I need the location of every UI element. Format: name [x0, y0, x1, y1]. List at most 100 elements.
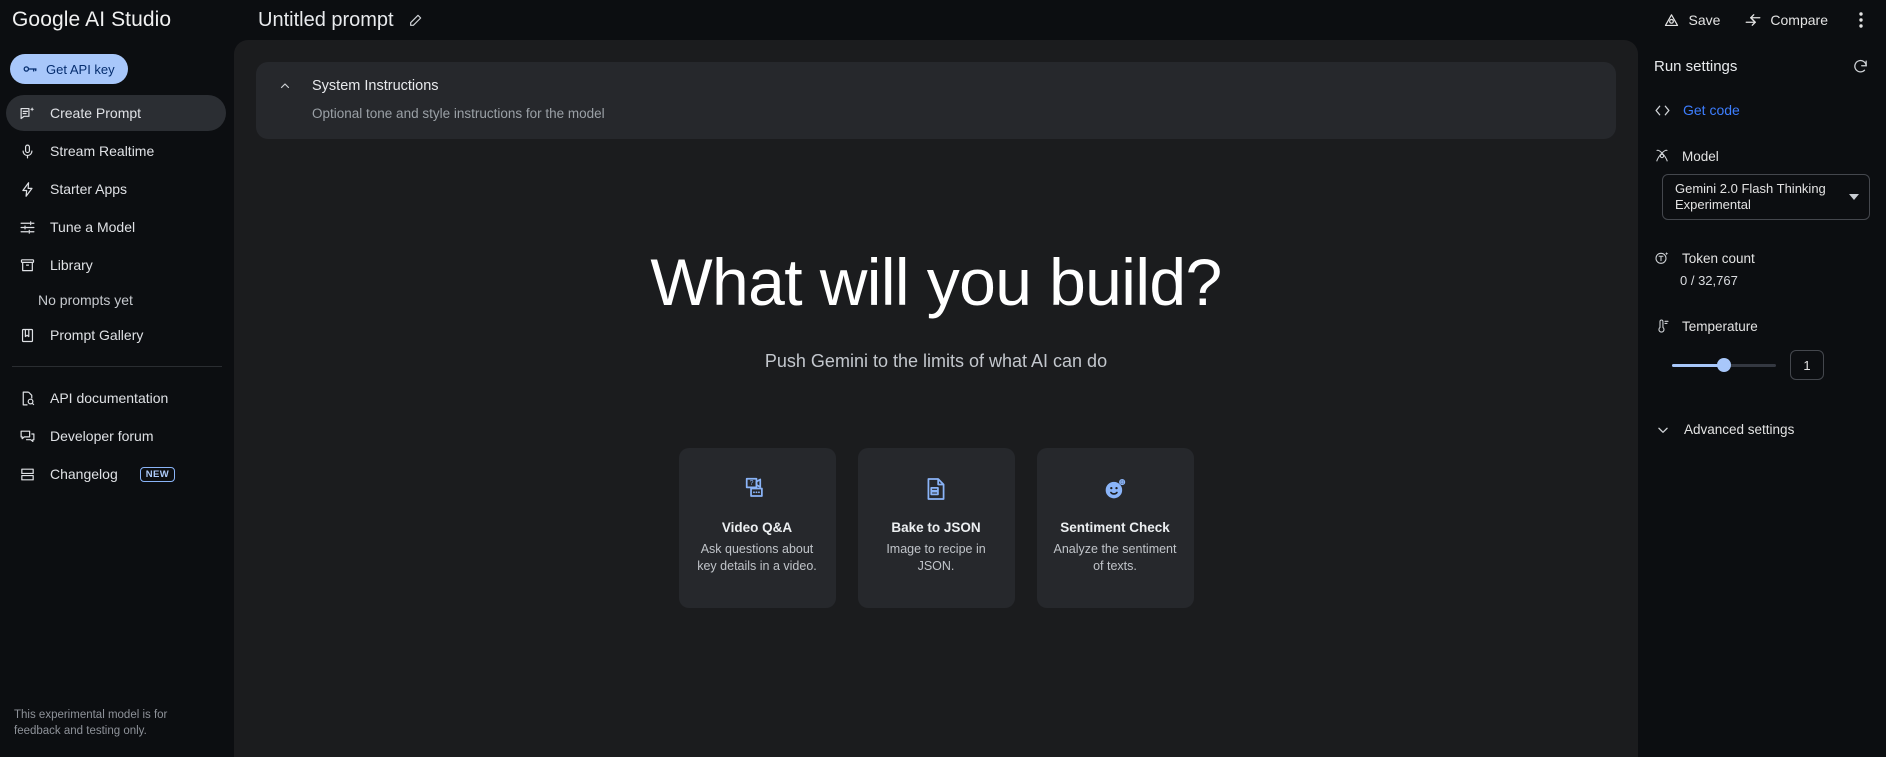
save-button[interactable]: Save	[1653, 6, 1730, 35]
save-icon	[1663, 12, 1680, 29]
sidebar-item-label: Prompt Gallery	[50, 327, 144, 343]
model-selected-value: Gemini 2.0 Flash Thinking Experimental	[1675, 181, 1826, 212]
code-brackets-icon	[1654, 103, 1671, 118]
sidebar-item-label: Starter Apps	[50, 181, 128, 197]
sidebar-item-label: Tune a Model	[50, 219, 136, 235]
starter-card-description: Image to recipe in JSON.	[886, 541, 986, 573]
sidebar-nav: Create Prompt Stream Realtime Starter Ap…	[0, 94, 234, 354]
page-subtitle: Push Gemini to the limits of what AI can…	[764, 350, 1108, 371]
sidebar-item-label: Developer forum	[50, 428, 154, 444]
smiley-plus-icon	[1102, 476, 1128, 502]
body-row: Get API key Create Prompt Stream Realtim…	[0, 40, 1886, 757]
get-code-link[interactable]: Get code	[1654, 102, 1870, 118]
archive-icon	[18, 256, 36, 274]
sidebar-item-developer-forum[interactable]: Developer forum	[6, 418, 226, 454]
system-instructions-title: System Instructions	[312, 78, 439, 94]
compare-icon	[1744, 11, 1762, 29]
status-badge: NEW	[139, 466, 176, 482]
document-search-icon	[18, 389, 36, 407]
get-code-label: Get code	[1683, 102, 1740, 118]
run-settings-panel: Run settings Get code Model Gemini 2.0 F…	[1638, 40, 1886, 757]
get-api-key-label: Get API key	[46, 61, 115, 77]
create-prompt-icon	[18, 104, 36, 122]
starter-card-title: Bake to JSON	[891, 519, 981, 535]
starter-card-sentiment-check[interactable]: Sentiment Check Analyze the sentiment of…	[1036, 447, 1194, 608]
microphone-icon	[18, 142, 36, 160]
advanced-settings-toggle[interactable]: Advanced settings	[1654, 422, 1870, 437]
top-bar-actions: Save Compare	[1653, 0, 1876, 40]
sidebar-item-tune-a-model[interactable]: Tune a Model	[6, 209, 226, 245]
sidebar-item-library[interactable]: Library	[6, 247, 226, 283]
svg-text:?: ?	[750, 480, 754, 487]
system-instructions-header: System Instructions	[278, 78, 1594, 94]
caret-down-icon	[1849, 194, 1859, 200]
tune-sliders-icon	[18, 218, 36, 236]
list-icon	[18, 465, 36, 483]
advanced-settings-label: Advanced settings	[1684, 422, 1795, 437]
token-icon	[1654, 250, 1670, 266]
app-root: Google AI Studio Untitled prompt Save Co…	[0, 0, 1886, 757]
app-brand: Google AI Studio	[12, 8, 172, 31]
model-atom-icon	[1654, 148, 1670, 164]
sidebar-item-label: API documentation	[50, 390, 169, 406]
compare-label: Compare	[1770, 12, 1828, 28]
thermometer-icon	[1654, 318, 1670, 334]
model-select[interactable]: Gemini 2.0 Flash Thinking Experimental	[1662, 174, 1870, 220]
sidebar-item-prompt-gallery[interactable]: Prompt Gallery	[6, 317, 226, 353]
save-label: Save	[1688, 12, 1721, 28]
chevron-down-icon	[1656, 423, 1670, 437]
hero-section: What will you build? Push Gemini to the …	[234, 139, 1638, 757]
top-bar: Google AI Studio Untitled prompt Save Co…	[0, 0, 1886, 40]
forum-icon	[18, 427, 36, 445]
sidebar-item-label: Changelog	[50, 466, 118, 482]
temperature-label: Temperature	[1682, 318, 1758, 334]
token-count-value: 0 / 32,767	[1680, 273, 1738, 288]
starter-card-title: Sentiment Check	[1060, 519, 1170, 535]
system-instructions-panel[interactable]: System Instructions Optional tone and st…	[256, 62, 1616, 139]
sidebar-disclaimer: This experimental model is for feedback …	[14, 709, 168, 737]
token-count-label: Token count	[1682, 250, 1755, 266]
kebab-menu-icon[interactable]	[1846, 5, 1876, 35]
starter-card-video-qa[interactable]: ? Video Q&A Ask questions about key deta…	[678, 447, 836, 608]
sidebar-item-create-prompt[interactable]: Create Prompt	[6, 95, 226, 131]
sidebar-item-label: Stream Realtime	[50, 143, 155, 159]
page-title: What will you build?	[650, 244, 1222, 319]
starter-card-bake-to-json[interactable]: Bake to JSON Image to recipe in JSON.	[857, 447, 1015, 608]
model-label-row: Model	[1654, 148, 1870, 164]
bolt-icon	[18, 180, 36, 198]
sidebar-divider	[12, 366, 222, 367]
get-api-key-button[interactable]: Get API key	[10, 54, 128, 84]
run-settings-header: Run settings	[1654, 56, 1870, 76]
key-icon	[22, 61, 38, 77]
starter-card-description: Analyze the sentiment of texts.	[1053, 541, 1177, 573]
starter-card-title: Video Q&A	[721, 519, 793, 535]
video-question-icon: ?	[744, 476, 770, 502]
sidebar-item-stream-realtime[interactable]: Stream Realtime	[6, 133, 226, 169]
chevron-up-icon[interactable]	[278, 79, 292, 93]
temperature-value-input[interactable]: 1	[1790, 350, 1824, 380]
sidebar-footer-nav: API documentation Developer forum Change…	[0, 379, 234, 493]
document-json-icon	[923, 476, 949, 502]
sidebar: Get API key Create Prompt Stream Realtim…	[0, 40, 234, 757]
temperature-control-row: 1	[1654, 350, 1870, 380]
prompt-title[interactable]: Untitled prompt	[258, 9, 394, 32]
compare-button[interactable]: Compare	[1734, 5, 1838, 35]
book-icon	[18, 326, 36, 344]
sidebar-item-changelog[interactable]: Changelog NEW	[6, 456, 226, 492]
system-instructions-placeholder[interactable]: Optional tone and style instructions for…	[278, 106, 1594, 121]
temperature-slider[interactable]	[1672, 357, 1776, 373]
reset-icon[interactable]	[1850, 56, 1870, 76]
run-settings-title: Run settings	[1654, 57, 1738, 75]
sidebar-item-label: Create Prompt	[50, 105, 142, 121]
temperature-label-row: Temperature	[1654, 318, 1870, 334]
slider-thumb[interactable]	[1717, 358, 1731, 372]
sidebar-item-api-documentation[interactable]: API documentation	[6, 380, 226, 416]
library-empty-note: No prompts yet	[38, 292, 133, 308]
pencil-icon[interactable]	[406, 10, 426, 30]
prompt-title-group: Untitled prompt	[258, 9, 426, 32]
model-label: Model	[1682, 148, 1719, 164]
sidebar-item-starter-apps[interactable]: Starter Apps	[6, 171, 226, 207]
token-count-label-row: Token count	[1654, 250, 1870, 266]
starter-card-description: Ask questions about key details in a vid…	[697, 541, 817, 573]
sidebar-item-label: Library	[50, 257, 93, 273]
